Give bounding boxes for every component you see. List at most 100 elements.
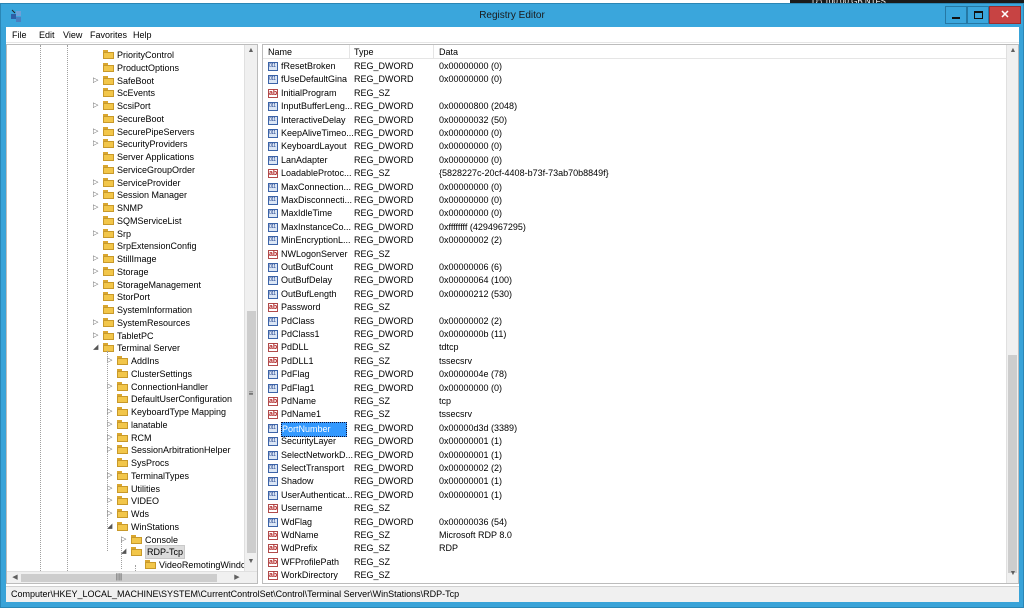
value-row[interactable]: KeepAliveTimeo...REG_DWORD 0x00000000 (0) — [263, 127, 1006, 140]
tree-item[interactable]: ▷ VIDEO — [107, 495, 243, 508]
collapsed-arrow-icon[interactable]: ▷ — [107, 483, 115, 495]
list-vertical-scrollbar[interactable]: ▲ ▼ — [1006, 45, 1018, 583]
value-row[interactable]: WFProfilePath REG_SZ — [263, 556, 1006, 569]
tree-item[interactable]: ▷ Srp — [93, 228, 243, 241]
tree-item[interactable]: ◢ Terminal Server — [93, 342, 243, 355]
collapsed-arrow-icon[interactable]: ▷ — [93, 202, 101, 214]
title-bar[interactable]: Registry Editor ✕ — [1, 4, 1023, 27]
tree-item[interactable]: ▷ Storage — [93, 266, 243, 279]
value-row[interactable]: KeyboardLayout REG_DWORD 0x00000000 (0) — [263, 140, 1006, 153]
tree-item[interactable]: ▷ ServiceProvider — [93, 177, 243, 190]
scroll-down-icon[interactable]: ▼ — [245, 558, 257, 565]
column-separator[interactable] — [349, 45, 350, 59]
tree-item[interactable]: ▷ SystemResources — [93, 317, 243, 330]
tree-item[interactable]: ▷ ConnectionHandler — [107, 381, 243, 394]
tree-scroll-thumb[interactable] — [247, 311, 256, 553]
value-row[interactable]: fResetBroken REG_DWORD 0x00000000 (0) — [263, 60, 1006, 73]
tree-item[interactable]: ▷ TabletPC — [93, 330, 243, 343]
value-row[interactable]: PdDLL REG_SZ tdtcp — [263, 341, 1006, 354]
tree-item[interactable]: SecureBoot — [93, 113, 243, 126]
collapsed-arrow-icon[interactable]: ▷ — [93, 100, 101, 112]
collapsed-arrow-icon[interactable]: ▷ — [107, 432, 115, 444]
value-row[interactable]: NWLogonServer REG_SZ — [263, 248, 1006, 261]
value-row[interactable]: PdDLL1 REG_SZ tssecsrv — [263, 355, 1006, 368]
value-row[interactable]: fUseDefaultGina REG_DWORD 0x00000000 (0) — [263, 73, 1006, 86]
menu-view[interactable]: View — [63, 30, 82, 40]
collapsed-arrow-icon[interactable]: ▷ — [93, 330, 101, 342]
collapsed-arrow-icon[interactable]: ▷ — [93, 138, 101, 150]
collapsed-arrow-icon[interactable]: ▷ — [107, 355, 115, 367]
tree-item[interactable]: ▷ StorageManagement — [93, 279, 243, 292]
expanded-arrow-icon[interactable]: ◢ — [93, 342, 101, 354]
value-row[interactable]: SecurityLayer REG_DWORD 0x00000001 (1) — [263, 435, 1006, 448]
value-row[interactable]: InitialProgram REG_SZ — [263, 87, 1006, 100]
expanded-arrow-icon[interactable]: ◢ — [121, 546, 129, 558]
tree-item[interactable]: ScEvents — [93, 87, 243, 100]
list-scroll-up-icon[interactable]: ▲ — [1007, 47, 1018, 54]
tree-item[interactable]: Server Applications — [93, 151, 243, 164]
tree-item[interactable]: ▷ KeyboardType Mapping — [107, 406, 243, 419]
value-row[interactable]: LoadableProtoc...REG_SZ {5828227c-20cf-44… — [263, 167, 1006, 180]
tree-item[interactable]: ClusterSettings — [107, 368, 243, 381]
value-row[interactable]: PdName1 REG_SZ tssecsrv — [263, 408, 1006, 421]
expanded-arrow-icon[interactable]: ◢ — [107, 521, 115, 533]
tree-item[interactable]: VideoRemotingWindowNames — [135, 559, 257, 572]
scroll-right-icon[interactable]: ▶ — [231, 573, 243, 581]
collapsed-arrow-icon[interactable]: ▷ — [93, 189, 101, 201]
column-separator[interactable] — [433, 45, 434, 59]
collapsed-arrow-icon[interactable]: ▷ — [107, 419, 115, 431]
value-row[interactable]: OutBufDelay REG_DWORD 0x00000064 (100) — [263, 274, 1006, 287]
value-row[interactable]: SelectTransport REG_DWORD 0x00000002 (2) — [263, 462, 1006, 475]
value-row[interactable]: PdClass1 REG_DWORD 0x0000000b (11) — [263, 328, 1006, 341]
collapsed-arrow-icon[interactable]: ▷ — [107, 470, 115, 482]
collapsed-arrow-icon[interactable]: ▷ — [107, 406, 115, 418]
collapsed-arrow-icon[interactable]: ▷ — [107, 444, 115, 456]
tree-item[interactable]: ▷ Utilities — [107, 483, 243, 496]
maximize-button[interactable] — [967, 6, 989, 24]
menu-favorites[interactable]: Favorites — [90, 30, 127, 40]
value-row[interactable]: InteractiveDelay REG_DWORD 0x00000032 (50) — [263, 114, 1006, 127]
list-scroll-down-icon[interactable]: ▼ — [1007, 570, 1018, 577]
value-row[interactable]: OutBufLength REG_DWORD 0x00000212 (530) — [263, 288, 1006, 301]
scroll-left-icon[interactable]: ◀ — [9, 573, 21, 581]
value-row[interactable]: MaxDisconnecti...REG_DWORD 0x00000000 (0) — [263, 194, 1006, 207]
collapsed-arrow-icon[interactable]: ▷ — [107, 508, 115, 520]
tree-item[interactable]: ▷ SecurityProviders — [93, 138, 243, 151]
tree-item[interactable]: ▷ ScsiPort — [93, 100, 243, 113]
tree-item[interactable]: ▷ AddIns — [107, 355, 243, 368]
tree-item[interactable]: ▷ Wds — [107, 508, 243, 521]
tree-item[interactable]: ▷ SNMP — [93, 202, 243, 215]
tree-item[interactable]: SQMServiceList — [93, 215, 243, 228]
collapsed-arrow-icon[interactable]: ▷ — [93, 126, 101, 138]
close-button[interactable]: ✕ — [989, 6, 1021, 24]
values-list[interactable]: Name Type Data fResetBroken REG_DWORD 0x00… — [262, 44, 1019, 584]
value-row[interactable]: MaxIdleTime REG_DWORD 0x00000000 (0) — [263, 207, 1006, 220]
tree-item[interactable]: SystemInformation — [93, 304, 243, 317]
tree-item[interactable]: ▷ StillImage — [93, 253, 243, 266]
value-row[interactable]: LanAdapter REG_DWORD 0x00000000 (0) — [263, 154, 1006, 167]
collapsed-arrow-icon[interactable]: ▷ — [107, 495, 115, 507]
minimize-button[interactable] — [945, 6, 967, 24]
list-scroll-thumb[interactable] — [1008, 355, 1017, 573]
collapsed-arrow-icon[interactable]: ▷ — [107, 381, 115, 393]
value-row[interactable]: WdPrefix REG_SZ RDP — [263, 542, 1006, 555]
tree-item[interactable]: ▷ SecurePipeServers — [93, 126, 243, 139]
value-row[interactable]: PdName REG_SZ tcp — [263, 395, 1006, 408]
tree-item[interactable]: ▷ SafeBoot — [93, 75, 243, 88]
tree-item[interactable]: ▷ SessionArbitrationHelper — [107, 444, 243, 457]
tree-item[interactable]: ◢ WinStations — [107, 521, 243, 534]
column-data[interactable]: Data — [439, 47, 458, 57]
collapsed-arrow-icon[interactable]: ▷ — [93, 317, 101, 329]
value-row[interactable]: WdFlag REG_DWORD 0x00000036 (54) — [263, 516, 1006, 529]
column-name[interactable]: Name — [268, 47, 292, 57]
registry-tree[interactable]: PriorityControl ProductOptions ▷ SafeBoot Sc… — [6, 44, 258, 584]
tree-item[interactable]: ▷ RCM — [107, 432, 243, 445]
tree-horizontal-scrollbar[interactable]: ◀ ||| ▶ — [7, 571, 257, 583]
scroll-up-icon[interactable]: ▲ — [245, 47, 257, 54]
tree-item[interactable]: SysProcs — [107, 457, 243, 470]
value-row[interactable]: PdFlag1 REG_DWORD 0x00000000 (0) — [263, 382, 1006, 395]
value-row[interactable]: PdClass REG_DWORD 0x00000002 (2) — [263, 315, 1006, 328]
value-row[interactable]: UserAuthenticat...REG_DWORD 0x00000001 (1… — [263, 489, 1006, 502]
collapsed-arrow-icon[interactable]: ▷ — [93, 75, 101, 87]
tree-item[interactable]: ▷ Session Manager — [93, 189, 243, 202]
